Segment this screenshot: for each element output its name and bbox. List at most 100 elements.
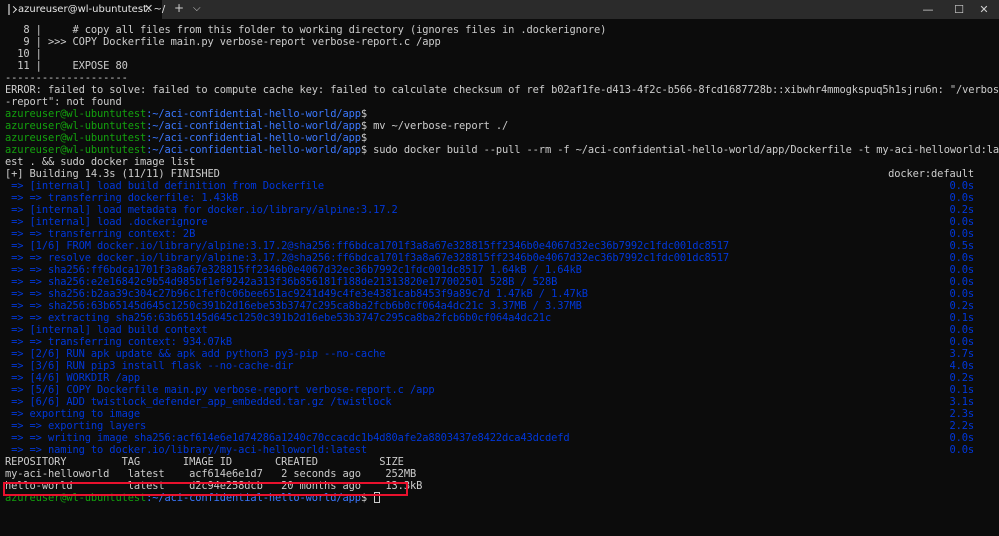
- output-line: 11 | EXPOSE 80: [5, 60, 128, 72]
- new-tab-button[interactable]: +: [174, 1, 184, 15]
- build-step-time: 3.7s: [949, 348, 974, 360]
- build-step: => [6/6] ADD twistlock_defender_app_embe…: [5, 396, 995, 408]
- build-step-text: => [4/6] WORKDIR /app: [5, 372, 140, 384]
- prompt-path: :~/aci-confidential-hello-world/app: [146, 120, 361, 132]
- prompt-user: azureuser@wl-ubuntutest: [5, 120, 147, 132]
- build-step-text: => => sha256:63b65145d645c1250c391b2d16e…: [5, 300, 582, 312]
- prompt-path: :~/aci-confidential-hello-world/app: [146, 144, 361, 156]
- tab-dropdown-button[interactable]: ⌵: [193, 3, 201, 14]
- build-step-time: 0.2s: [949, 300, 974, 312]
- build-step-text: => [1/6] FROM docker.io/library/alpine:3…: [5, 240, 730, 252]
- prompt-path: :~/aci-confidential-hello-world/app: [146, 108, 361, 120]
- build-step-time: 0.0s: [949, 228, 974, 240]
- build-step: => [5/6] COPY Dockerfile main.py verbose…: [5, 384, 995, 396]
- build-step-text: => => naming to docker.io/library/my-aci…: [5, 444, 368, 456]
- prompt-line: azureuser@wl-ubuntutest:~/aci-confidenti…: [5, 144, 999, 156]
- title-bar: azureuser@wl-ubuntutest: ~/ ✕ + ⌵ — ☐ ✕: [0, 0, 999, 19]
- build-step: => [3/6] RUN pip3 install flask --no-cac…: [5, 360, 995, 372]
- build-header-builder: docker:default: [888, 168, 974, 180]
- build-step-time: 0.0s: [949, 180, 974, 192]
- build-step-text: => => transferring context: 934.07kB: [5, 336, 233, 348]
- build-step-text: => [internal] load metadata for docker.i…: [5, 204, 398, 216]
- build-steps: => [internal] load build definition from…: [5, 180, 995, 456]
- image-row-my-aci-helloworld: my-aci-helloworld latest acf614e6e1d7 2 …: [5, 468, 417, 480]
- build-step-text: => => sha256:e2e16842c9b54d985bf1ef9242a…: [5, 276, 558, 288]
- build-step-time: 0.0s: [949, 324, 974, 336]
- build-step-time: 0.5s: [949, 240, 974, 252]
- prompt-line: azureuser@wl-ubuntutest:~/aci-confidenti…: [5, 120, 995, 132]
- build-step-time: 3.1s: [949, 396, 974, 408]
- build-step-time: 0.0s: [949, 264, 974, 276]
- terminal-tab[interactable]: azureuser@wl-ubuntutest: ~/ ✕: [0, 0, 165, 19]
- build-step: => [internal] load build context 0.0s: [5, 324, 995, 336]
- build-header-text: [+] Building 14.3s (11/11) FINISHED: [5, 168, 220, 180]
- error-line: ERROR: failed to solve: failed to comput…: [5, 84, 999, 96]
- prompt-user: azureuser@wl-ubuntutest: [5, 132, 147, 144]
- tab-close-button[interactable]: ✕: [144, 2, 153, 15]
- prompt-user: azureuser@wl-ubuntutest: [5, 108, 147, 120]
- build-step: => => naming to docker.io/library/my-aci…: [5, 444, 995, 456]
- terminal-output[interactable]: 8 | # copy all files from this folder to…: [5, 24, 999, 504]
- build-step-text: => [internal] load build context: [5, 324, 208, 336]
- prompt-command: $ mv ~/verbose-report ./: [360, 120, 509, 132]
- build-step: => => transferring dockerfile: 1.43kB 0.0…: [5, 192, 995, 204]
- close-window-button[interactable]: ✕: [969, 0, 999, 19]
- build-step: => [2/6] RUN apk update && apk add pytho…: [5, 348, 995, 360]
- build-step-text: => [internal] load build definition from…: [5, 180, 325, 192]
- build-step-text: => => exporting layers: [5, 420, 147, 432]
- build-step-time: 4.0s: [949, 360, 974, 372]
- output-line: 9 | >>> COPY Dockerfile main.py verbose-…: [5, 36, 441, 48]
- output-line: 10 |: [5, 48, 42, 60]
- build-step: => [4/6] WORKDIR /app 0.2s: [5, 372, 995, 384]
- build-step-text: => [2/6] RUN apk update && apk add pytho…: [5, 348, 386, 360]
- build-step-time: 0.0s: [949, 288, 974, 300]
- build-step-text: => [internal] load .dockerignore: [5, 216, 208, 228]
- command-wrap-line: est . && sudo docker image list: [5, 156, 196, 168]
- build-step: => => sha256:b2aa39c304c27b96c1fef0c06be…: [5, 288, 995, 300]
- build-step-text: => => resolve docker.io/library/alpine:3…: [5, 252, 730, 264]
- separator-line: --------------------: [5, 72, 128, 84]
- build-step-time: 0.1s: [949, 312, 974, 324]
- prompt-line: azureuser@wl-ubuntutest:~/aci-confidenti…: [5, 132, 995, 144]
- prompt-command: $: [360, 132, 368, 144]
- build-step-text: => [3/6] RUN pip3 install flask --no-cac…: [5, 360, 294, 372]
- build-step: => exporting to image 2.3s: [5, 408, 995, 420]
- build-step-text: => => transferring dockerfile: 1.43kB: [5, 192, 239, 204]
- build-step: => [internal] load metadata for docker.i…: [5, 204, 995, 216]
- build-step: => => writing image sha256:acf614e6e1d74…: [5, 432, 995, 444]
- prompt-command: $ sudo docker build --pull --rm -f ~/aci…: [360, 144, 999, 156]
- build-step: => => sha256:63b65145d645c1250c391b2d16e…: [5, 300, 995, 312]
- prompt-command: $: [360, 108, 368, 120]
- build-step: => [internal] load build definition from…: [5, 180, 995, 192]
- build-header: [+] Building 14.3s (11/11) FINISHED docke…: [5, 168, 995, 180]
- build-step-time: 0.0s: [949, 336, 974, 348]
- build-step-time: 0.1s: [949, 384, 974, 396]
- build-step: => => resolve docker.io/library/alpine:3…: [5, 252, 995, 264]
- build-step-text: => exporting to image: [5, 408, 140, 420]
- error-line: -report": not found: [5, 96, 122, 108]
- build-step-time: 0.2s: [949, 372, 974, 384]
- build-step-text: => => extracting sha256:63b65145d645c125…: [5, 312, 552, 324]
- build-step-time: 0.0s: [949, 432, 974, 444]
- prompt-user: azureuser@wl-ubuntutest: [5, 144, 147, 156]
- build-step-text: => => transferring context: 2B: [5, 228, 196, 240]
- build-step-time: 0.0s: [949, 192, 974, 204]
- build-step-text: => => sha256:ff6bdca1701f3a8a67e328815ff…: [5, 264, 582, 276]
- build-step-time: 2.3s: [949, 408, 974, 420]
- build-step: => => sha256:e2e16842c9b54d985bf1ef9242a…: [5, 276, 995, 288]
- build-step-text: => => sha256:b2aa39c304c27b96c1fef0c06be…: [5, 288, 588, 300]
- minimize-button[interactable]: —: [913, 0, 943, 19]
- build-step-time: 0.0s: [949, 216, 974, 228]
- build-step-text: => => writing image sha256:acf614e6e1d74…: [5, 432, 570, 444]
- build-step-time: 0.0s: [949, 252, 974, 264]
- build-step: => => transferring context: 934.07kB 0.0s: [5, 336, 995, 348]
- build-step: => => exporting layers 2.2s: [5, 420, 995, 432]
- image-table-header: REPOSITORY TAG IMAGE ID CREATED SIZE: [5, 456, 404, 468]
- build-step-text: => [5/6] COPY Dockerfile main.py verbose…: [5, 384, 435, 396]
- build-step: => [1/6] FROM docker.io/library/alpine:3…: [5, 240, 995, 252]
- build-step-time: 0.0s: [949, 444, 974, 456]
- build-step-time: 0.0s: [949, 276, 974, 288]
- output-line: 8 | # copy all files from this folder to…: [5, 24, 607, 36]
- prompt-line: azureuser@wl-ubuntutest:~/aci-confidenti…: [5, 108, 995, 120]
- build-step-text: => [6/6] ADD twistlock_defender_app_embe…: [5, 396, 392, 408]
